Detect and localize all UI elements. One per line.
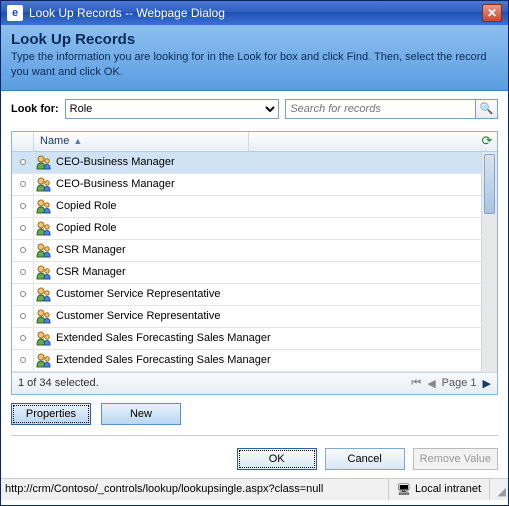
- search-input[interactable]: [285, 99, 476, 119]
- row-selector[interactable]: [12, 350, 34, 371]
- grid-footer: 1 of 34 selected. ⏮ ◀ Page 1 ▶: [12, 372, 497, 394]
- row-selector[interactable]: [12, 306, 34, 327]
- lookfor-select[interactable]: Role: [65, 99, 280, 119]
- next-page-button[interactable]: ▶: [483, 377, 491, 390]
- separator: [11, 435, 498, 436]
- search-wrap: 🔍: [285, 99, 498, 119]
- grid-actions: Properties New: [1, 395, 508, 433]
- row-selector[interactable]: [12, 240, 34, 261]
- row-selector[interactable]: [12, 328, 34, 349]
- table-row[interactable]: Extended Sales Forecasting Sales Manager: [12, 328, 481, 350]
- role-icon: [36, 154, 52, 170]
- row-name: Customer Service Representative: [56, 310, 481, 322]
- row-selector[interactable]: [12, 218, 34, 239]
- header-panel: Look Up Records Type the information you…: [1, 25, 508, 91]
- role-icon: [36, 176, 52, 192]
- close-button[interactable]: ✕: [482, 4, 502, 22]
- role-icon: [36, 308, 52, 324]
- page-title: Look Up Records: [11, 31, 498, 48]
- select-all-column[interactable]: [12, 132, 34, 151]
- row-name: CSR Manager: [56, 244, 481, 256]
- refresh-button[interactable]: ⟳: [477, 133, 497, 149]
- table-row[interactable]: Copied Role: [12, 218, 481, 240]
- role-icon: [36, 352, 52, 368]
- remove-value-button[interactable]: Remove Value: [413, 448, 498, 470]
- app-icon: e: [7, 5, 23, 21]
- scrollbar[interactable]: [481, 152, 497, 372]
- lookfor-label: Look for:: [11, 103, 59, 115]
- status-bar: http://crm/Contoso/_controls/lookup/look…: [1, 478, 508, 500]
- zone-label: Local intranet: [415, 483, 481, 495]
- row-name: Copied Role: [56, 222, 481, 234]
- role-icon: [36, 330, 52, 346]
- new-button[interactable]: New: [101, 403, 181, 425]
- titlebar: e Look Up Records -- Webpage Dialog ✕: [1, 1, 508, 25]
- table-row[interactable]: Customer Service Representative: [12, 306, 481, 328]
- row-name: CEO-Business Manager: [56, 156, 481, 168]
- table-row[interactable]: CEO-Business Manager: [12, 152, 481, 174]
- dialog-buttons: OK Cancel Remove Value: [1, 442, 508, 478]
- table-row[interactable]: Extended Sales Forecasting Sales Manager: [12, 350, 481, 372]
- row-name: CEO-Business Manager: [56, 178, 481, 190]
- intranet-icon: 🖥: [397, 483, 411, 496]
- row-name: Extended Sales Forecasting Sales Manager: [56, 354, 481, 366]
- window-title: Look Up Records -- Webpage Dialog: [29, 6, 225, 20]
- status-url: http://crm/Contoso/_controls/lookup/look…: [1, 479, 389, 500]
- grid-header: Name ▲ ⟳: [12, 132, 497, 152]
- properties-button[interactable]: Properties: [11, 403, 91, 425]
- results-grid: Name ▲ ⟳ CEO-Business ManagerCEO-Busines…: [11, 131, 498, 395]
- column-name[interactable]: Name ▲: [34, 132, 249, 151]
- row-name: CSR Manager: [56, 266, 481, 278]
- role-icon: [36, 242, 52, 258]
- lookfor-row: Look for: Role 🔍: [1, 91, 508, 127]
- table-row[interactable]: Customer Service Representative: [12, 284, 481, 306]
- row-selector[interactable]: [12, 196, 34, 217]
- row-name: Copied Role: [56, 200, 481, 212]
- selection-status: 1 of 34 selected.: [18, 377, 99, 389]
- search-icon: 🔍: [480, 102, 494, 115]
- role-icon: [36, 264, 52, 280]
- table-row[interactable]: CEO-Business Manager: [12, 174, 481, 196]
- role-icon: [36, 286, 52, 302]
- row-selector[interactable]: [12, 152, 34, 173]
- refresh-icon: ⟳: [482, 133, 493, 149]
- cancel-button[interactable]: Cancel: [325, 448, 405, 470]
- table-row[interactable]: CSR Manager: [12, 262, 481, 284]
- role-icon: [36, 220, 52, 236]
- first-page-button[interactable]: ⏮: [411, 377, 421, 390]
- row-name: Extended Sales Forecasting Sales Manager: [56, 332, 481, 344]
- close-icon: ✕: [487, 6, 497, 20]
- ok-button[interactable]: OK: [237, 448, 317, 470]
- row-name: Customer Service Representative: [56, 288, 481, 300]
- scrollbar-thumb[interactable]: [484, 154, 495, 214]
- grid-body: CEO-Business Manager CEO-Business Manager…: [12, 152, 497, 372]
- security-zone: 🖥 Local intranet: [389, 479, 490, 500]
- page-instructions: Type the information you are looking for…: [11, 50, 498, 80]
- sort-asc-icon: ▲: [73, 136, 82, 146]
- resize-grip[interactable]: ◢: [490, 479, 508, 500]
- table-row[interactable]: Copied Role: [12, 196, 481, 218]
- prev-page-button[interactable]: ◀: [427, 377, 435, 390]
- search-button[interactable]: 🔍: [476, 99, 498, 119]
- row-selector[interactable]: [12, 284, 34, 305]
- row-selector[interactable]: [12, 174, 34, 195]
- role-icon: [36, 198, 52, 214]
- page-label: Page 1: [442, 377, 477, 389]
- column-name-label: Name: [40, 135, 69, 147]
- table-row[interactable]: CSR Manager: [12, 240, 481, 262]
- row-selector[interactable]: [12, 262, 34, 283]
- pager: ⏮ ◀ Page 1 ▶: [411, 377, 491, 390]
